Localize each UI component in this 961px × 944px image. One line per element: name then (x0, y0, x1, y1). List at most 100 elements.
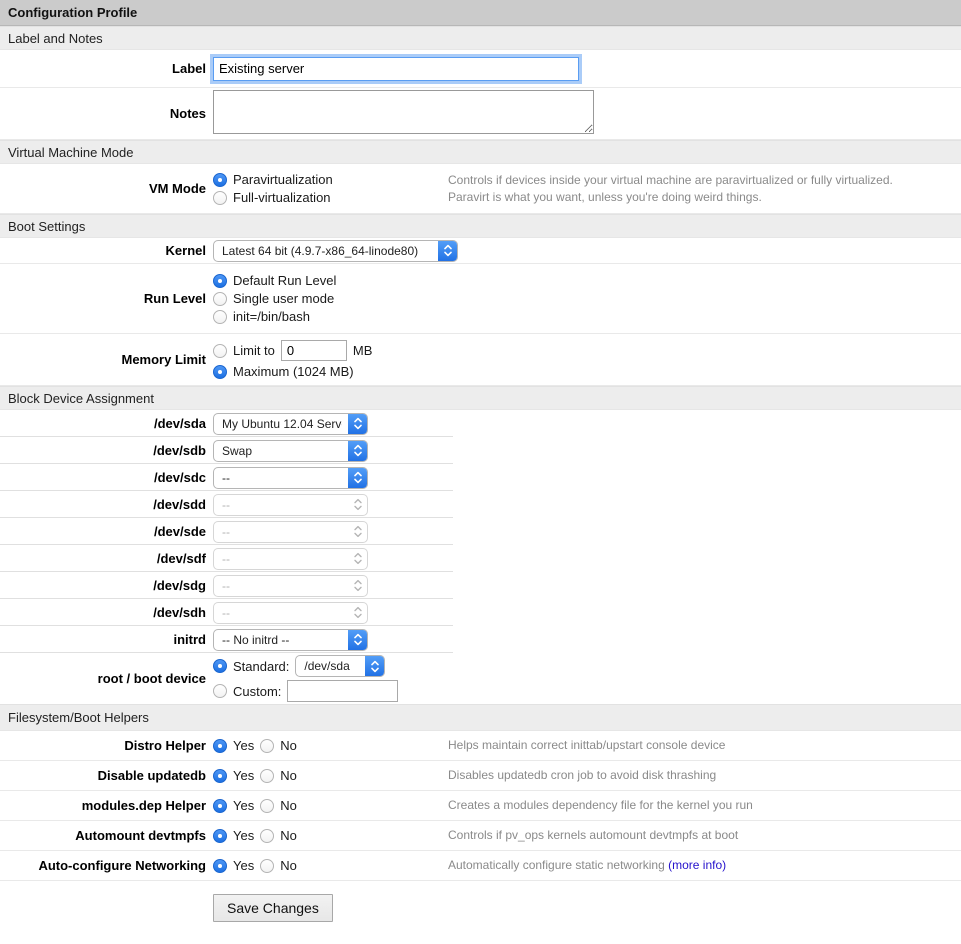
automount-devtmpfs-row: Automount devtmpfs Yes No Controls if pv… (0, 821, 961, 851)
select-stepper-icon (365, 655, 384, 677)
dev-sdf-select: -- (213, 548, 368, 570)
select-stepper-icon (348, 494, 367, 516)
dev-sde-select: -- (213, 521, 368, 543)
section-boot-settings: Boot Settings (0, 214, 961, 238)
section-filesystem-boot-helpers: Filesystem/Boot Helpers (0, 704, 961, 731)
radio-modules-dep-yes[interactable] (213, 799, 227, 813)
disable-updatedb-help: Disables updatedb cron job to avoid disk… (448, 767, 961, 784)
yes-label[interactable]: Yes (233, 828, 254, 843)
label-row: Label (0, 50, 961, 88)
notes-field-label: Notes (0, 106, 206, 121)
select-stepper-icon (438, 240, 457, 262)
memory-limit-row: Memory Limit Limit to MB Maximum (1024 M… (0, 334, 961, 386)
radio-custom-boot-label[interactable]: Custom: (233, 684, 281, 699)
radio-single-user-mode[interactable] (213, 292, 227, 306)
vm-mode-label: VM Mode (0, 181, 206, 196)
radio-disable-updatedb-yes[interactable] (213, 769, 227, 783)
modules-dep-helper-row: modules.dep Helper Yes No Creates a modu… (0, 791, 961, 821)
radio-maximum-memory-label[interactable]: Maximum (1024 MB) (233, 364, 354, 379)
initrd-select[interactable]: -- No initrd -- (213, 629, 368, 651)
radio-init-bin-bash[interactable] (213, 310, 227, 324)
dev-sdb-select[interactable]: Swap (213, 440, 368, 462)
yes-label[interactable]: Yes (233, 768, 254, 783)
select-stepper-icon (348, 575, 367, 597)
radio-limit-to[interactable] (213, 344, 227, 358)
section-label-and-notes: Label and Notes (0, 26, 961, 50)
yes-label[interactable]: Yes (233, 798, 254, 813)
distro-helper-label: Distro Helper (0, 738, 206, 753)
configuration-profile-page: Configuration Profile Label and Notes La… (0, 0, 961, 935)
dev-sdg-row: /dev/sdg -- (0, 572, 961, 599)
yes-label[interactable]: Yes (233, 738, 254, 753)
dev-sde-row: /dev/sde -- (0, 518, 961, 545)
radio-auto-configure-networking-yes[interactable] (213, 859, 227, 873)
root-boot-device-row: root / boot device Standard: /dev/sda Cu… (0, 653, 961, 704)
save-button[interactable]: Save Changes (213, 894, 333, 922)
dev-sdb-label: /dev/sdb (0, 443, 206, 458)
auto-configure-networking-help: Automatically configure static networkin… (448, 857, 961, 874)
dev-sdd-select: -- (213, 494, 368, 516)
label-field-label: Label (0, 61, 206, 76)
kernel-select[interactable]: Latest 64 bit (4.9.7-x86_64-linode80) (213, 240, 458, 262)
select-stepper-icon (348, 467, 367, 489)
no-label[interactable]: No (280, 798, 297, 813)
initrd-row: initrd -- No initrd -- (0, 626, 961, 653)
custom-boot-device-input[interactable] (287, 680, 398, 702)
standard-boot-device-select[interactable]: /dev/sda (295, 655, 385, 677)
radio-single-user-mode-label[interactable]: Single user mode (233, 291, 334, 306)
section-virtual-machine-mode: Virtual Machine Mode (0, 140, 961, 164)
radio-paravirtualization-label[interactable]: Paravirtualization (233, 172, 333, 187)
radio-distro-helper-yes[interactable] (213, 739, 227, 753)
radio-default-run-level-label[interactable]: Default Run Level (233, 273, 336, 288)
radio-automount-devtmpfs-no[interactable] (260, 829, 274, 843)
radio-disable-updatedb-no[interactable] (260, 769, 274, 783)
radio-paravirtualization[interactable] (213, 173, 227, 187)
memory-limit-input[interactable] (281, 340, 347, 361)
dev-sdc-row: /dev/sdc -- (0, 464, 961, 491)
radio-init-bin-bash-label[interactable]: init=/bin/bash (233, 309, 310, 324)
radio-standard-boot[interactable] (213, 659, 227, 673)
select-stepper-icon (348, 521, 367, 543)
no-label[interactable]: No (280, 768, 297, 783)
dev-sda-label: /dev/sda (0, 416, 206, 431)
no-label[interactable]: No (280, 738, 297, 753)
radio-modules-dep-no[interactable] (260, 799, 274, 813)
radio-limit-to-label[interactable]: Limit to (233, 343, 275, 358)
dev-sdd-label: /dev/sdd (0, 497, 206, 512)
save-row: Save Changes (0, 881, 961, 935)
select-stepper-icon (348, 413, 367, 435)
radio-distro-helper-no[interactable] (260, 739, 274, 753)
dev-sdf-label: /dev/sdf (0, 551, 206, 566)
automount-devtmpfs-help: Controls if pv_ops kernels automount dev… (448, 827, 961, 844)
radio-maximum-memory[interactable] (213, 365, 227, 379)
radio-default-run-level[interactable] (213, 274, 227, 288)
dev-sdd-row: /dev/sdd -- (0, 491, 961, 518)
notes-textarea[interactable] (213, 90, 594, 134)
radio-full-virtualization[interactable] (213, 191, 227, 205)
auto-configure-networking-row: Auto-configure Networking Yes No Automat… (0, 851, 961, 881)
memory-unit-label: MB (353, 343, 373, 358)
dev-sdh-label: /dev/sdh (0, 605, 206, 620)
dev-sdc-label: /dev/sdc (0, 470, 206, 485)
no-label[interactable]: No (280, 858, 297, 873)
radio-full-virtualization-label[interactable]: Full-virtualization (233, 190, 331, 205)
more-info-link[interactable]: (more info) (668, 858, 726, 872)
no-label[interactable]: No (280, 828, 297, 843)
kernel-label: Kernel (0, 243, 206, 258)
dev-sda-select[interactable]: My Ubuntu 12.04 Server (213, 413, 368, 435)
radio-custom-boot[interactable] (213, 684, 227, 698)
dev-sdc-select[interactable]: -- (213, 467, 368, 489)
radio-standard-boot-label[interactable]: Standard: (233, 659, 289, 674)
distro-helper-help: Helps maintain correct inittab/upstart c… (448, 737, 961, 754)
initrd-label: initrd (0, 632, 206, 647)
root-boot-device-label: root / boot device (0, 671, 206, 686)
radio-automount-devtmpfs-yes[interactable] (213, 829, 227, 843)
yes-label[interactable]: Yes (233, 858, 254, 873)
kernel-row: Kernel Latest 64 bit (4.9.7-x86_64-linod… (0, 238, 961, 264)
label-input[interactable] (213, 57, 579, 81)
modules-dep-helper-help: Creates a modules dependency file for th… (448, 797, 961, 814)
vm-mode-row: VM Mode Paravirtualization Full-virtuali… (0, 164, 961, 214)
radio-auto-configure-networking-no[interactable] (260, 859, 274, 873)
dev-sdg-label: /dev/sdg (0, 578, 206, 593)
page-title: Configuration Profile (0, 0, 961, 26)
